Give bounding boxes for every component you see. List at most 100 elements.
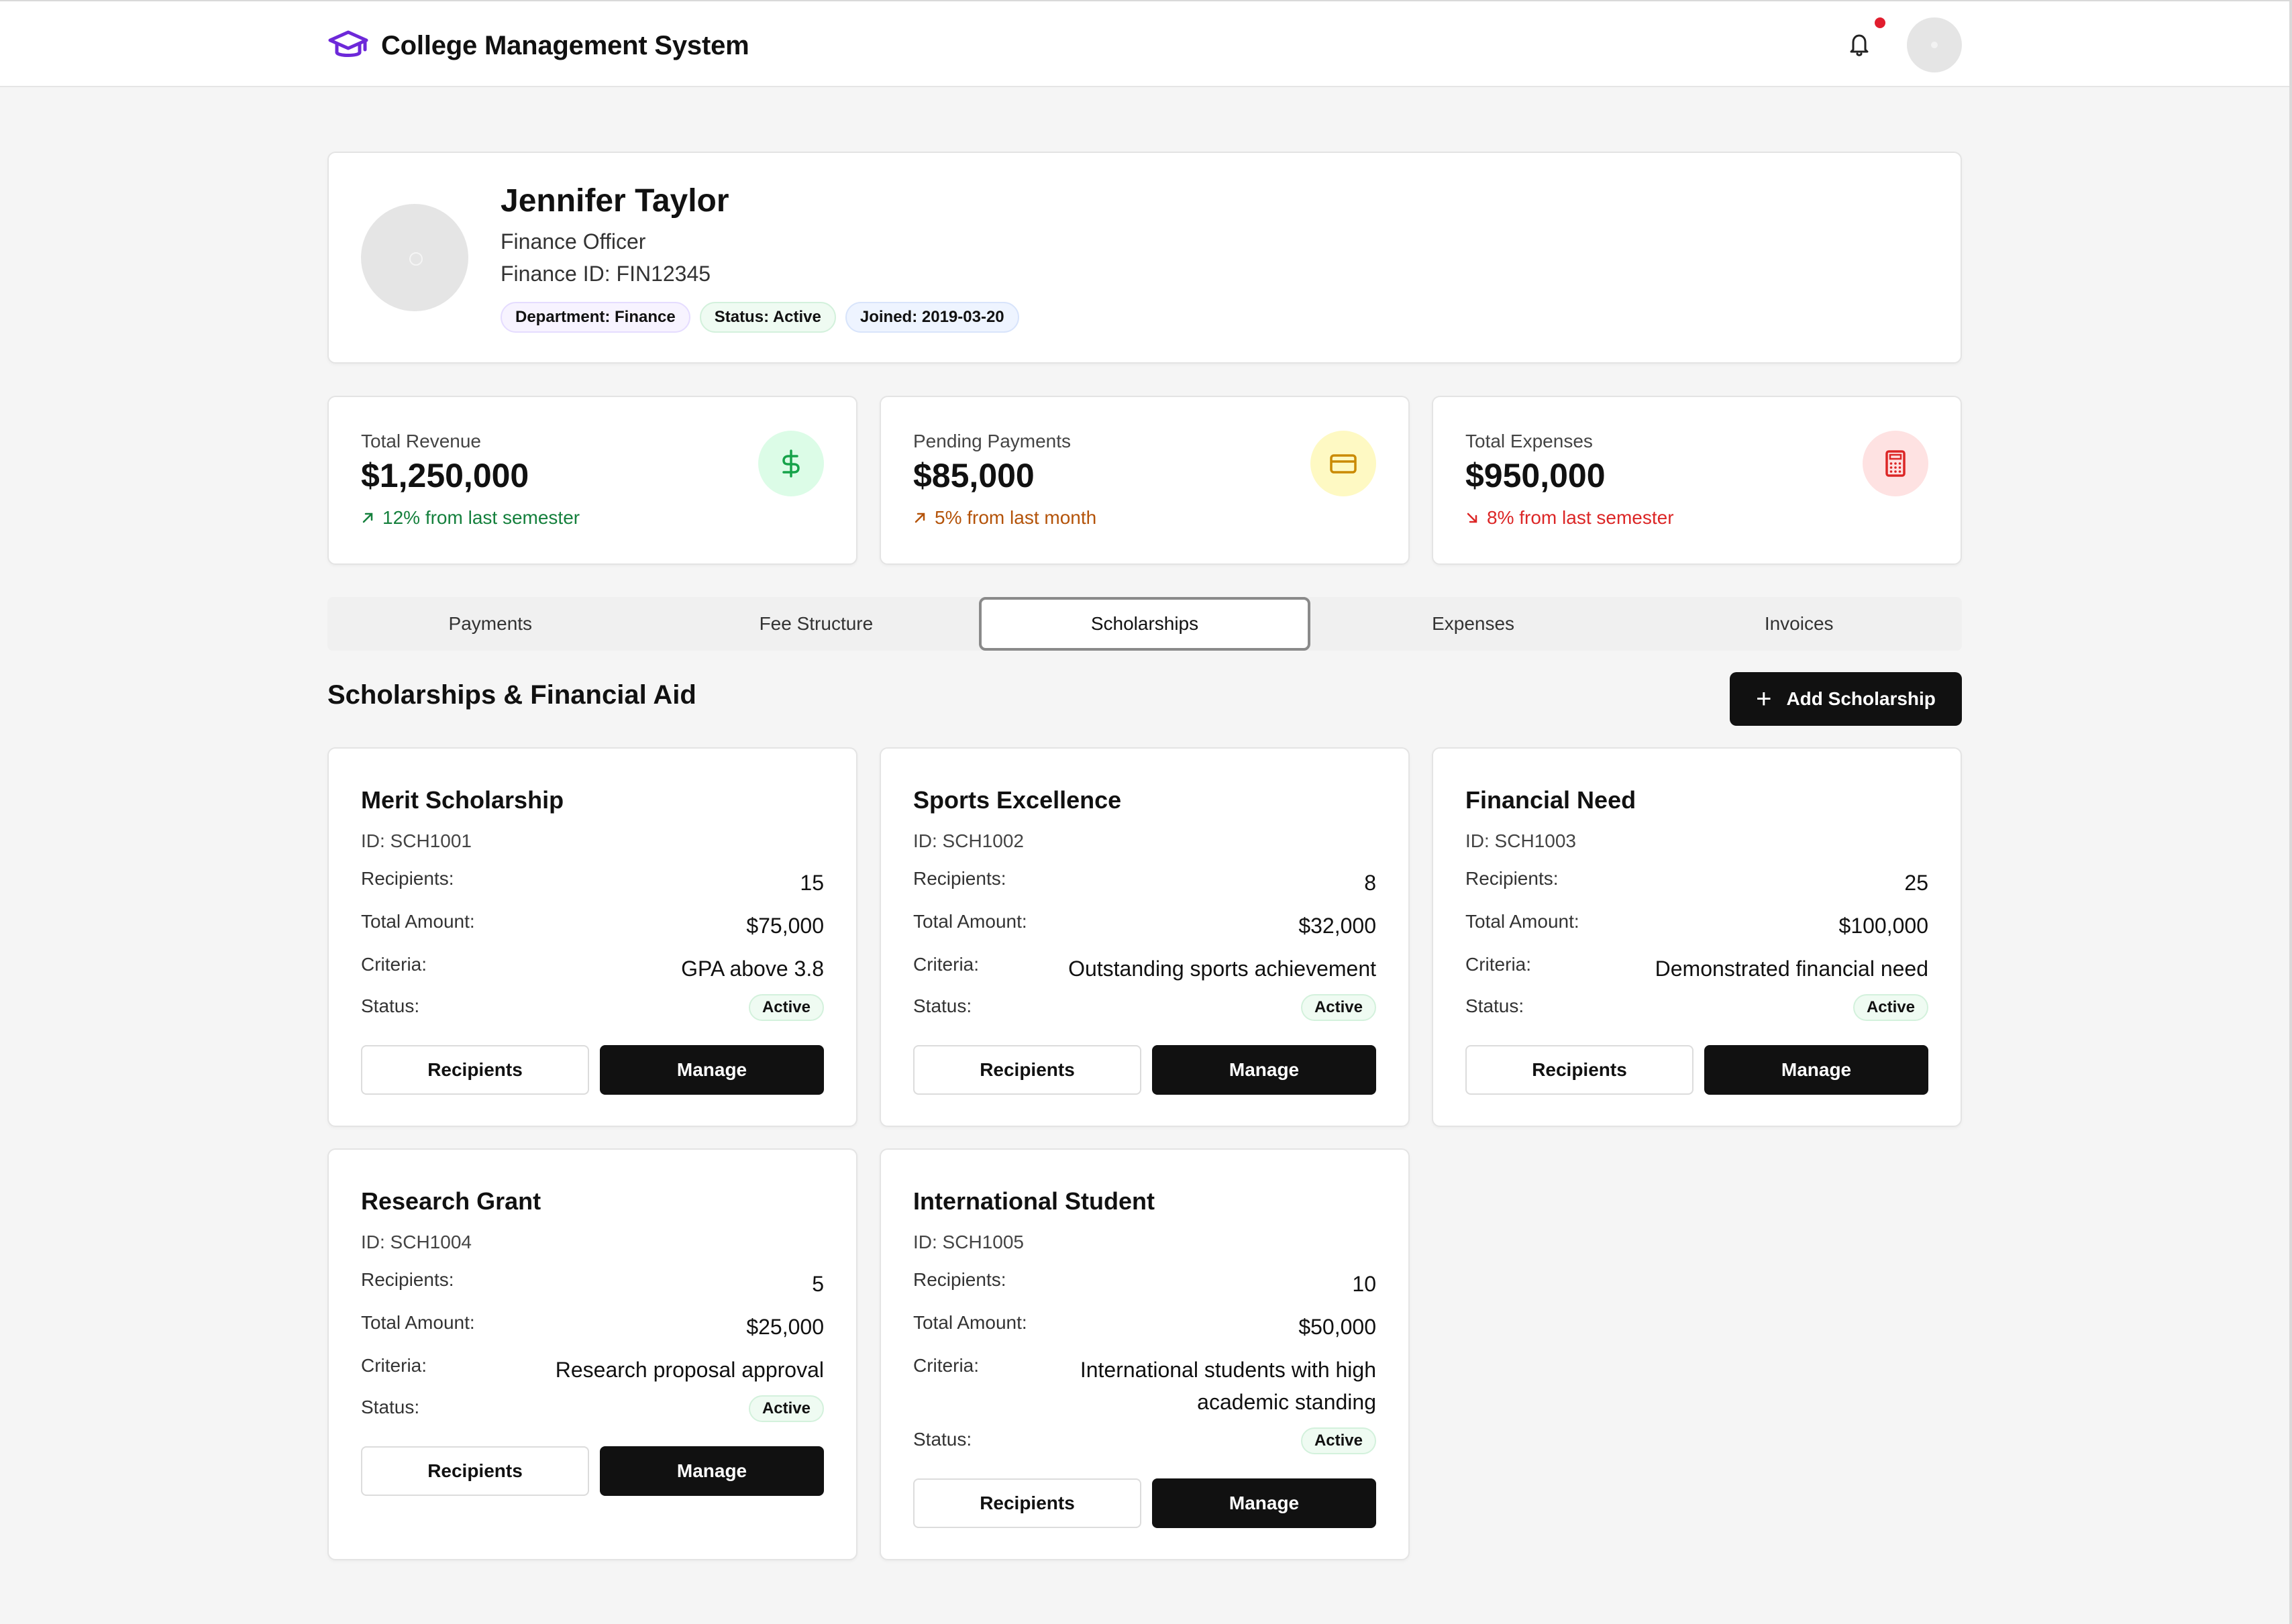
stat-label: Total Expenses bbox=[1465, 431, 1593, 451]
status-label: Status: bbox=[361, 1397, 420, 1417]
criteria-row: Criteria: Outstanding sports achievement bbox=[913, 953, 1376, 985]
scholarship-id: ID: SCH1001 bbox=[361, 830, 472, 851]
app-window: College Management System Jennifer Taylo… bbox=[0, 0, 2292, 1624]
recipients-value: 15 bbox=[800, 871, 824, 895]
stat-icon-wrap bbox=[1863, 431, 1928, 496]
tab-invoices[interactable]: Invoices bbox=[1636, 597, 1962, 651]
stat-icon-wrap bbox=[758, 431, 824, 496]
amount-value: $50,000 bbox=[1298, 1315, 1376, 1339]
criteria-row: Criteria: Research proposal approval bbox=[361, 1354, 824, 1386]
manage-button[interactable]: Manage bbox=[1152, 1478, 1376, 1528]
status-badge: Active bbox=[1300, 1427, 1376, 1454]
scholarship-id: ID: SCH1005 bbox=[913, 1232, 1024, 1252]
recipients-button[interactable]: Recipients bbox=[913, 1478, 1141, 1528]
brand[interactable]: College Management System bbox=[327, 25, 749, 66]
recipients-row: Recipients: 8 bbox=[913, 867, 1376, 899]
status-row: Status: Active bbox=[913, 994, 1376, 1021]
manage-button[interactable]: Manage bbox=[1704, 1045, 1928, 1095]
recipients-label: Recipients: bbox=[1465, 868, 1559, 889]
amount-row: Total Amount: $32,000 bbox=[913, 910, 1376, 942]
scholarship-card-merit: Merit Scholarship ID: SCH1001 Recipients… bbox=[327, 747, 857, 1127]
recipients-label: Recipients: bbox=[913, 1269, 1006, 1290]
scholarship-id: ID: SCH1003 bbox=[1465, 830, 1576, 851]
tab-fee-structure[interactable]: Fee Structure bbox=[654, 597, 980, 651]
stat-trend-text: 5% from last month bbox=[935, 507, 1097, 528]
credit-card-icon bbox=[1330, 454, 1357, 474]
criteria-row: Criteria: Demonstrated financial need bbox=[1465, 953, 1928, 985]
scholarship-name: Financial Need bbox=[1465, 786, 1636, 814]
criteria-label: Criteria: bbox=[361, 1355, 427, 1376]
recipients-button[interactable]: Recipients bbox=[913, 1045, 1141, 1095]
tab-expenses[interactable]: Expenses bbox=[1310, 597, 1636, 651]
stat-card-total-expenses: Total Expenses $950,000 8% from last sem… bbox=[1432, 396, 1962, 565]
manage-button[interactable]: Manage bbox=[600, 1045, 824, 1095]
tab-payments[interactable]: Payments bbox=[327, 597, 654, 651]
profile-badges: Department: Finance Status: Active Joine… bbox=[501, 302, 1019, 333]
scholarship-card-financial-need: Financial Need ID: SCH1003 Recipients: 25… bbox=[1432, 747, 1962, 1127]
scholarship-card-research: Research Grant ID: SCH1004 Recipients: 5 … bbox=[327, 1148, 857, 1560]
stat-trend: 5% from last month bbox=[913, 507, 1096, 529]
status-label: Status: bbox=[913, 1429, 972, 1450]
recipients-label: Recipients: bbox=[913, 868, 1006, 889]
tab-scholarships[interactable]: Scholarships bbox=[979, 597, 1310, 651]
tab-bar: Payments Fee Structure Scholarships Expe… bbox=[327, 597, 1962, 651]
graduation-cap-icon bbox=[328, 30, 368, 57]
manage-button[interactable]: Manage bbox=[1152, 1045, 1376, 1095]
calculator-icon bbox=[1885, 450, 1906, 477]
stat-label: Total Revenue bbox=[361, 431, 482, 451]
recipients-value: 8 bbox=[1364, 871, 1376, 895]
stat-trend: 12% from last semester bbox=[361, 507, 580, 529]
recipients-row: Recipients: 10 bbox=[913, 1268, 1376, 1300]
notification-dot bbox=[1875, 17, 1885, 28]
window-edge bbox=[2289, 0, 2292, 1624]
stat-icon-wrap bbox=[1310, 431, 1376, 496]
scholarship-id: ID: SCH1004 bbox=[361, 1232, 472, 1252]
stat-value: $950,000 bbox=[1465, 457, 1606, 494]
stat-label: Pending Payments bbox=[913, 431, 1072, 451]
criteria-label: Criteria: bbox=[361, 954, 427, 975]
profile-card: Jennifer Taylor Finance Officer Finance … bbox=[327, 152, 1962, 364]
profile-avatar bbox=[361, 204, 468, 311]
status-badge: Active bbox=[1300, 994, 1376, 1021]
status-badge: Status: Active bbox=[699, 302, 836, 333]
recipients-button[interactable]: Recipients bbox=[361, 1446, 589, 1496]
card-actions: Recipients Manage bbox=[361, 1045, 824, 1095]
criteria-value: Outstanding sports achievement bbox=[1068, 957, 1376, 981]
card-actions: Recipients Manage bbox=[1465, 1045, 1928, 1095]
scholarship-name: Research Grant bbox=[361, 1187, 541, 1215]
add-scholarship-button[interactable]: + Add Scholarship bbox=[1730, 672, 1962, 726]
recipients-button[interactable]: Recipients bbox=[1465, 1045, 1694, 1095]
user-avatar[interactable] bbox=[1907, 17, 1962, 72]
stat-value: $1,250,000 bbox=[361, 457, 529, 494]
scholarship-card-sports: Sports Excellence ID: SCH1002 Recipients… bbox=[880, 747, 1410, 1127]
arrow-up-right-icon bbox=[362, 512, 373, 523]
scholarship-name: Merit Scholarship bbox=[361, 786, 564, 814]
criteria-value: International students with high academi… bbox=[1080, 1358, 1376, 1414]
stat-card-total-revenue: Total Revenue $1,250,000 12% from last s… bbox=[327, 396, 857, 565]
manage-button[interactable]: Manage bbox=[600, 1446, 824, 1496]
arrow-down-right-icon bbox=[1467, 512, 1477, 523]
plus-icon: + bbox=[1756, 684, 1772, 714]
department-badge: Department: Finance bbox=[501, 302, 690, 333]
stat-trend-text: 12% from last semester bbox=[382, 507, 580, 528]
amount-row: Total Amount: $50,000 bbox=[913, 1311, 1376, 1343]
criteria-value: Demonstrated financial need bbox=[1655, 957, 1928, 981]
recipients-button[interactable]: Recipients bbox=[361, 1045, 589, 1095]
status-row: Status: Active bbox=[1465, 994, 1928, 1021]
status-badge: Active bbox=[748, 1395, 824, 1422]
status-badge: Active bbox=[1853, 994, 1928, 1021]
bell-icon[interactable] bbox=[1846, 31, 1872, 58]
criteria-label: Criteria: bbox=[913, 954, 980, 975]
amount-value: $100,000 bbox=[1838, 914, 1928, 938]
recipients-row: Recipients: 5 bbox=[361, 1268, 824, 1300]
status-row: Status: Active bbox=[361, 1395, 824, 1422]
amount-row: Total Amount: $75,000 bbox=[361, 910, 824, 942]
status-label: Status: bbox=[1465, 995, 1524, 1016]
stat-value: $85,000 bbox=[913, 457, 1035, 494]
status-badge: Active bbox=[748, 994, 824, 1021]
arrow-up-right-icon bbox=[915, 512, 925, 523]
recipients-row: Recipients: 25 bbox=[1465, 867, 1928, 899]
stat-card-pending-payments: Pending Payments $85,000 5% from last mo… bbox=[880, 396, 1410, 565]
criteria-value: Research proposal approval bbox=[555, 1358, 824, 1382]
top-nav-bar: College Management System bbox=[0, 1, 2289, 87]
